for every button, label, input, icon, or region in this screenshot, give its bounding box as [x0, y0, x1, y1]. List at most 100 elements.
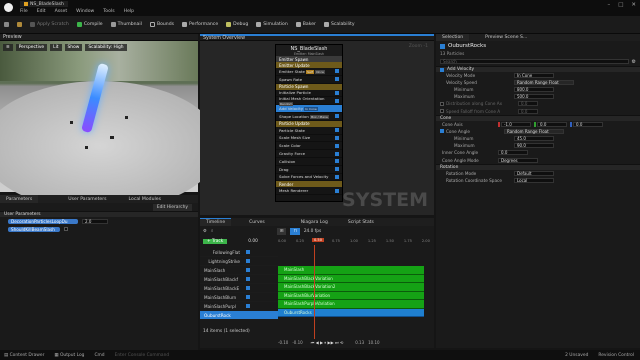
rotation-space-dropdown[interactable]: Local — [514, 178, 554, 184]
track-enabled-checkbox[interactable] — [246, 295, 250, 299]
apply-scratch-button[interactable]: Apply Scratch — [30, 22, 69, 27]
console-input[interactable]: Enter Console Command — [115, 353, 175, 358]
range-start-field[interactable]: -0.10 — [278, 340, 288, 345]
simulation-button[interactable]: Simulation — [256, 22, 288, 27]
filter-icon[interactable]: ⚙ — [632, 59, 636, 65]
param-value-field[interactable]: 2.0 — [82, 218, 108, 224]
module-enabled-checkbox[interactable] — [335, 69, 339, 74]
emitter-node-header[interactable]: NS_BladeSlash Emitter: MainSlash — [276, 45, 342, 56]
compile-button[interactable]: Compile — [76, 22, 103, 27]
menu-edit[interactable]: Edit — [37, 9, 46, 14]
module-particle-state[interactable]: Particle State — [276, 127, 342, 135]
menu-asset[interactable]: Asset — [55, 9, 68, 14]
view-end-field[interactable]: 0.13 — [355, 340, 364, 345]
track-enabled-checkbox[interactable] — [246, 304, 250, 308]
transport-controls[interactable]: ⏮ ◀ ▶ ⏸ ▶▶ ⏭ ⟲ — [311, 340, 344, 345]
asset-tab[interactable]: NS_BladeSlash — [20, 1, 68, 7]
menu-file[interactable]: File — [20, 9, 28, 14]
emitter-bar[interactable]: MainSlashBlackVariation2 — [278, 283, 424, 292]
tab-curves[interactable]: Curves — [231, 220, 271, 225]
emitter-bar-selected[interactable]: OuburstRocks — [278, 308, 424, 317]
module-enabled-checkbox[interactable] — [335, 151, 339, 156]
cone-axis-z-field[interactable]: 0.0 — [573, 121, 603, 127]
scalability-preview-button[interactable]: Scalability: High — [85, 44, 127, 51]
cone-axis-y-field[interactable]: 0.0 — [537, 121, 567, 127]
track-row[interactable]: MainSlash — [200, 266, 278, 275]
module-mesh-renderer[interactable]: Mesh Renderer — [276, 187, 342, 196]
module-solve-forces[interactable]: Solve Forces and Velocity — [276, 174, 342, 182]
param-row[interactable]: ShouldKillBeamSlash — [0, 225, 198, 233]
tab-niagara-log[interactable]: Niagara Log — [271, 220, 334, 225]
emitter-bar[interactable]: MainSlashBlackVariation — [278, 274, 424, 283]
rotation-mode-dropdown[interactable]: Default — [514, 170, 554, 176]
tab-preview-scene[interactable]: Preview Scene S... — [469, 35, 533, 40]
param-name[interactable]: ShouldKillBeamSlash — [8, 226, 60, 232]
performance-button[interactable]: Performance — [182, 22, 218, 27]
module-enabled-checkbox[interactable] — [335, 188, 339, 193]
lit-button[interactable]: Lit — [50, 44, 62, 51]
cone-angle-type-dropdown[interactable]: Random Range Float — [504, 128, 564, 134]
module-enabled-checkbox[interactable] — [335, 114, 339, 119]
inner-cone-field[interactable]: 0.0 — [498, 150, 528, 156]
module-enabled-checkbox[interactable] — [335, 77, 339, 82]
module-gravity-force[interactable]: Gravity Force — [276, 150, 342, 158]
framerate-dropdown[interactable]: 24.0 fps — [304, 229, 321, 234]
module-enabled-checkbox[interactable] — [335, 159, 339, 164]
tab-parameters[interactable]: Parameters — [0, 195, 39, 203]
scalability-button[interactable]: Scalability — [323, 22, 355, 27]
menu-help[interactable]: Help — [124, 9, 134, 14]
module-enabled-checkbox[interactable] — [335, 143, 339, 148]
tab-user-parameters[interactable]: User Parameters — [38, 197, 112, 202]
close-button[interactable]: ✕ — [631, 2, 636, 8]
emitter-bar[interactable]: MainSlashPurpleVariation — [278, 300, 424, 309]
cone-mode-dropdown[interactable]: Degrees — [498, 157, 538, 163]
velocity-mode-dropdown[interactable]: In Cone — [514, 72, 554, 78]
track-row-selected[interactable]: OuburstRock — [200, 311, 278, 320]
view-start-field[interactable]: -0.10 — [292, 340, 302, 345]
module-scale-mesh-size[interactable]: Scale Mesh Size — [276, 135, 342, 143]
module-enabled-checkbox[interactable] — [335, 98, 339, 103]
track-row[interactable]: LightningStrike — [200, 257, 278, 266]
module-enabled-checkbox[interactable] — [335, 167, 339, 172]
falloff-field[interactable]: 0.0 — [518, 108, 538, 114]
cone-max-field[interactable]: 90.0 — [514, 143, 554, 149]
module-initial-mesh-orientation[interactable]: Initial Mesh Orientation Random — [276, 96, 342, 106]
search-input[interactable]: Search — [440, 59, 629, 64]
falloff-checkbox[interactable] — [440, 109, 444, 114]
speed-max-field[interactable]: 500.0 — [514, 94, 554, 100]
tab-script-stats[interactable]: Script Stats — [334, 220, 380, 225]
current-time-field[interactable]: 0.00 — [248, 239, 258, 244]
track-enabled-checkbox[interactable] — [246, 259, 250, 263]
unsaved-indicator[interactable]: 2 Unsaved — [565, 353, 588, 358]
cmd-dropdown[interactable]: Cmd — [94, 353, 104, 358]
emitter-bar[interactable]: MainSlashBlurVariation — [278, 291, 424, 300]
module-shape-location[interactable]: Shape Location Box / Plane — [276, 113, 342, 121]
param-row[interactable]: DecorationParticlesLoopDu 2.0 — [0, 217, 198, 225]
speed-min-field[interactable]: 800.0 — [514, 86, 554, 92]
module-spawn-rate[interactable]: Spawn Rate — [276, 76, 342, 84]
save-button[interactable] — [4, 22, 9, 27]
track-row[interactable]: MainSlashPurpl — [200, 302, 278, 311]
show-button[interactable]: Show — [64, 44, 83, 51]
snap-toggle-button[interactable]: ⊓ — [290, 228, 300, 235]
track-row[interactable]: MainSlashBlackE — [200, 284, 278, 293]
time-ruler[interactable]: 0.00 0.25 0.50 0.75 1.00 1.25 1.50 1.75 … — [278, 237, 430, 245]
cone-min-field[interactable]: 45.0 — [514, 136, 554, 142]
output-log-button[interactable]: ▦ Output Log — [54, 353, 84, 358]
tab-local-modules[interactable]: Local Modules — [113, 197, 167, 202]
track-row[interactable]: FollowingFlat — [200, 248, 278, 257]
module-scale-color[interactable]: Scale Color — [276, 142, 342, 151]
browse-button[interactable] — [17, 22, 22, 27]
module-enabled-checkbox[interactable] — [335, 90, 339, 95]
range-end-field[interactable]: 10.10 — [368, 340, 379, 345]
thumbnail-button[interactable]: Thumbnail — [110, 22, 142, 27]
debug-button[interactable]: Debug — [226, 22, 248, 27]
distribution-field[interactable]: 0.0 — [518, 101, 538, 107]
bounds-button[interactable]: Bounds — [149, 22, 174, 27]
tab-timeline[interactable]: Timeline — [200, 218, 232, 226]
param-name[interactable]: DecorationParticlesLoopDu — [8, 218, 78, 224]
minimize-button[interactable]: – — [607, 2, 610, 8]
module-collision[interactable]: Collision — [276, 158, 342, 166]
revision-control-button[interactable]: Revision Control — [598, 353, 634, 358]
emitter-bar[interactable]: MainSlash — [278, 266, 424, 275]
